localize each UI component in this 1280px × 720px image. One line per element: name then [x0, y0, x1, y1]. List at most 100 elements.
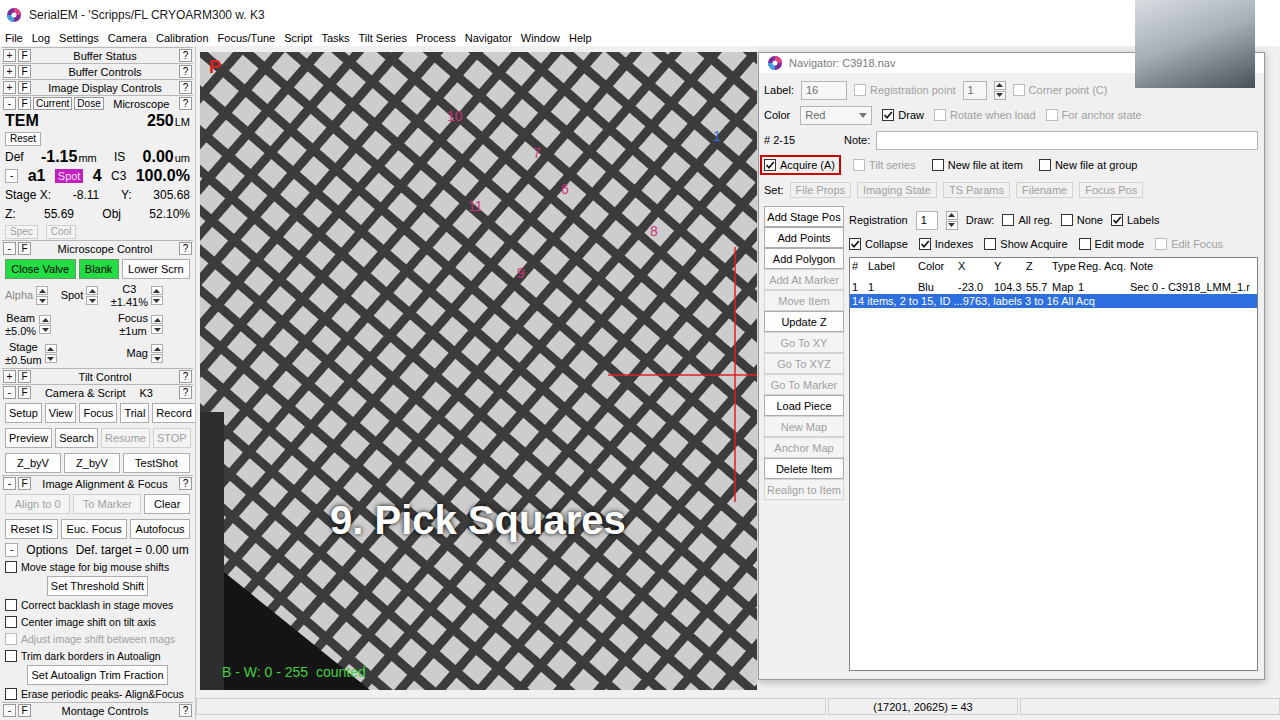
panel-button[interactable]: Clear	[144, 494, 190, 514]
spin-control[interactable]: Stage±0.5um	[5, 341, 57, 366]
spin-down-button[interactable]	[45, 354, 57, 363]
float-button[interactable]: F	[18, 65, 31, 78]
map-label[interactable]: 8	[650, 223, 658, 239]
checkbox-box[interactable]	[5, 688, 17, 700]
panel-button[interactable]: Reset IS	[5, 519, 58, 539]
spin-buttons[interactable]	[39, 315, 51, 334]
expand-button[interactable]: -	[3, 704, 16, 717]
map-label[interactable]: 9	[517, 265, 525, 281]
checkbox-box[interactable]	[5, 561, 17, 573]
list-row[interactable]: 11Blu-23.0104.355.7Map1Sec 0 - C3918_LMM…	[850, 280, 1257, 294]
spin-buttons[interactable]	[86, 286, 98, 305]
spin-up-button[interactable]	[45, 344, 57, 353]
float-button[interactable]: F	[18, 242, 31, 255]
expand-button[interactable]: -	[3, 242, 16, 255]
expand-button[interactable]: +	[3, 370, 16, 383]
spin-buttons[interactable]	[994, 81, 1006, 100]
spin-down-button[interactable]	[86, 296, 98, 305]
note-field[interactable]	[876, 131, 1258, 150]
checkbox-box[interactable]	[5, 616, 17, 628]
checkbox-box[interactable]	[882, 109, 894, 121]
expand-button[interactable]: +	[3, 49, 16, 62]
menu-item[interactable]: Tilt Series	[359, 32, 408, 44]
panel-button[interactable]: Autofocus	[130, 519, 190, 539]
checkbox-box[interactable]	[5, 599, 17, 611]
spin-down-button[interactable]	[151, 325, 163, 334]
checkbox-box[interactable]	[1039, 159, 1051, 171]
checkbox[interactable]: Edit mode	[1079, 238, 1145, 250]
checkbox[interactable]: All reg.	[1002, 214, 1052, 226]
menu-item[interactable]: Calibration	[156, 32, 209, 44]
column-header[interactable]: Note	[1130, 260, 1255, 272]
header-button[interactable]: Current	[33, 97, 72, 110]
navigator-button[interactable]: Add Points	[764, 227, 844, 248]
column-header[interactable]: Label	[868, 260, 918, 272]
float-button[interactable]: F	[18, 49, 31, 62]
column-header[interactable]: Color	[918, 260, 958, 272]
expand-button[interactable]: +	[3, 81, 16, 94]
spin-buttons[interactable]	[946, 211, 958, 230]
menu-item[interactable]: Help	[569, 32, 592, 44]
help-button[interactable]: ?	[179, 49, 192, 62]
spin-up-button[interactable]	[151, 344, 163, 353]
checkbox[interactable]: Labels	[1111, 214, 1159, 226]
panel-button[interactable]: Record	[152, 403, 195, 423]
spin-down-button[interactable]	[994, 91, 1006, 100]
checkbox-box[interactable]	[1061, 214, 1073, 226]
panel-button[interactable]: -	[5, 169, 18, 183]
spin-down-button[interactable]	[151, 296, 163, 305]
spin-control[interactable]: Spot	[61, 286, 99, 305]
panel-button[interactable]: Reset	[5, 132, 41, 146]
menu-item[interactable]: File	[5, 32, 23, 44]
help-button[interactable]: ?	[179, 97, 192, 110]
menu-item[interactable]: Navigator	[465, 32, 512, 44]
panel-button[interactable]: Search	[55, 428, 98, 448]
help-button[interactable]: ?	[179, 477, 192, 490]
map-label[interactable]: 1	[713, 128, 721, 144]
column-header[interactable]: Acq.	[1104, 260, 1130, 272]
image-view[interactable]: P107611891B - W: 0 - 255 counted9. Pick …	[200, 52, 757, 690]
checkbox-box[interactable]	[1079, 238, 1091, 250]
panel-button[interactable]: TestShot	[123, 453, 190, 473]
spin-buttons[interactable]	[151, 286, 163, 305]
panel-button[interactable]: Set Autoalign Trim Fraction	[27, 665, 167, 685]
spin-down-button[interactable]	[36, 296, 48, 305]
menu-item[interactable]: Window	[521, 32, 560, 44]
header-button[interactable]: Dose	[74, 97, 103, 110]
checkbox[interactable]: Center image shift on tilt axis	[5, 616, 156, 628]
map-label[interactable]: 11	[468, 198, 483, 214]
spin-control[interactable]: Alpha	[5, 286, 48, 305]
map-label[interactable]: 6	[561, 181, 569, 197]
navigator-button[interactable]: Delete Item	[764, 458, 844, 479]
map-label[interactable]: 7	[533, 145, 541, 161]
menu-item[interactable]: Tasks	[321, 32, 349, 44]
panel-button[interactable]: Set Threshold Shift	[47, 576, 148, 596]
checkbox[interactable]: Erase periodic peaks- Align&Focus	[5, 688, 184, 700]
label-field[interactable]: 16	[801, 81, 847, 100]
expand-button[interactable]: -	[3, 97, 16, 110]
checkbox[interactable]: Acquire (A)	[764, 159, 837, 171]
spin-up-button[interactable]	[36, 286, 48, 295]
spin-down-button[interactable]	[946, 221, 958, 230]
registration-field[interactable]: 1	[916, 211, 938, 230]
float-button[interactable]: F	[18, 81, 31, 94]
spin-up-button[interactable]	[994, 81, 1006, 90]
navigator-button[interactable]: Add Stage Pos	[764, 206, 844, 227]
checkbox[interactable]: Correct backlash in stage moves	[5, 599, 173, 611]
checkbox-box[interactable]	[849, 238, 861, 250]
list-row[interactable]: 14 items, 2 to 15, ID ...9763, labels 3 …	[850, 294, 1257, 308]
checkbox[interactable]: New file at group	[1039, 159, 1138, 171]
panel-button[interactable]: Lower Scrn	[122, 259, 190, 279]
expand-button[interactable]: -	[3, 386, 16, 399]
menu-item[interactable]: Log	[32, 32, 50, 44]
panel-button[interactable]: View	[45, 403, 77, 423]
checkbox-box[interactable]	[1002, 214, 1014, 226]
column-header[interactable]: X	[958, 260, 994, 272]
spin-up-button[interactable]	[946, 211, 958, 220]
help-button[interactable]: ?	[179, 81, 192, 94]
menu-item[interactable]: Script	[284, 32, 312, 44]
help-button[interactable]: ?	[179, 704, 192, 717]
checkbox[interactable]: Draw	[882, 109, 924, 121]
menu-item[interactable]: Settings	[59, 32, 99, 44]
checkbox[interactable]: Move stage for big mouse shifts	[5, 561, 169, 573]
